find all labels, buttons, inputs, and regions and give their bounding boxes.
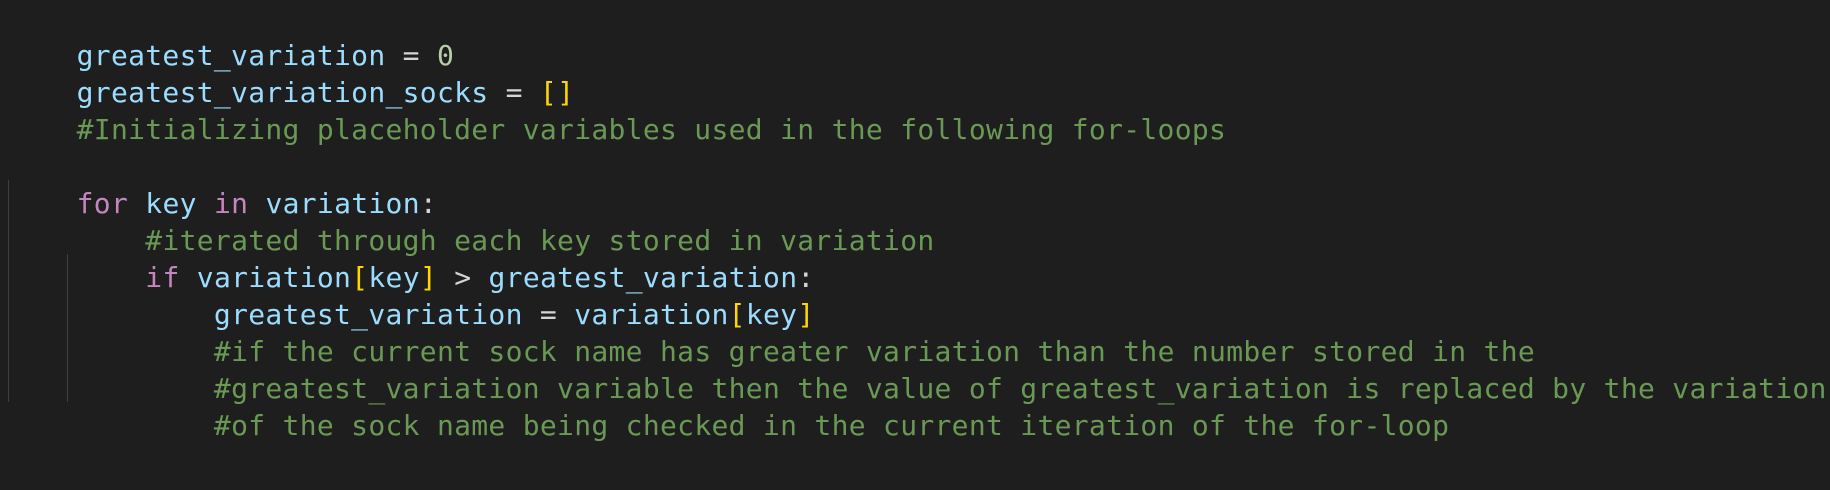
code-line-3[interactable]: #Initializing placeholder variables used…	[8, 65, 1226, 146]
comment-token: #of the sock name being checked in the c…	[213, 409, 1450, 442]
code-line-11[interactable]: #of the sock name being checked in the c…	[8, 361, 1449, 442]
code-editor[interactable]: greatest_variation = 0 greatest_variatio…	[0, 0, 1830, 478]
